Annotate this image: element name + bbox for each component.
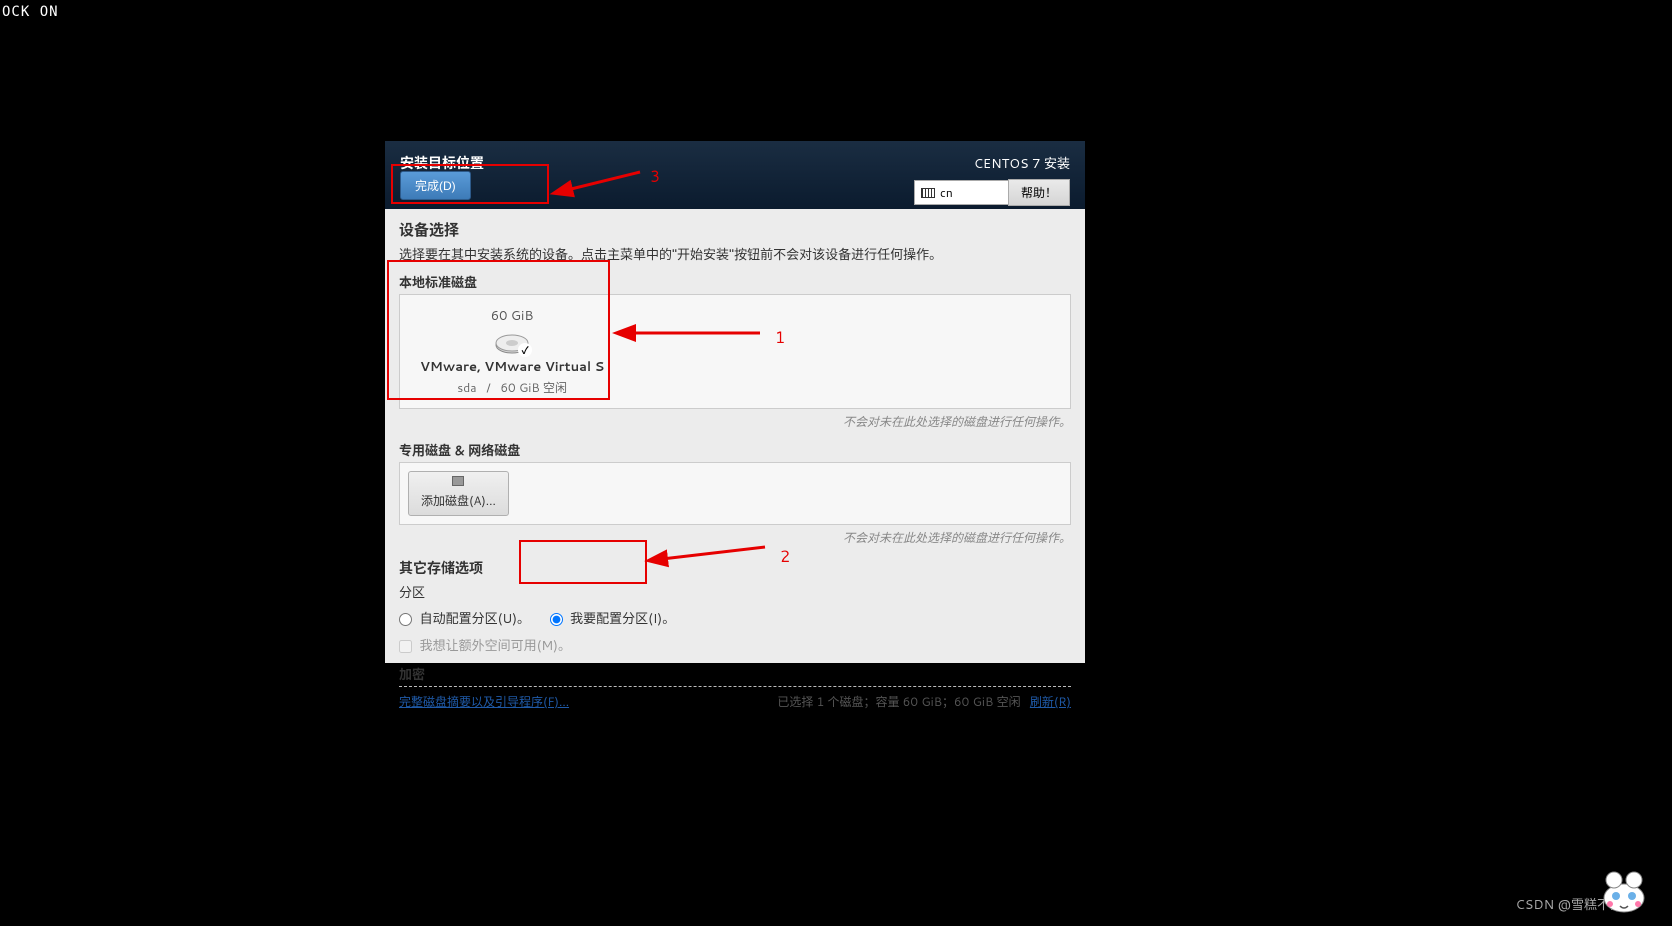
keyboard-help-group: cn 帮助！ [914, 179, 1070, 206]
disk-item-sda[interactable]: 60 GiB VMware, VMware Virtual S sda / 60… [408, 303, 616, 400]
keyboard-layout-label: cn [940, 184, 953, 201]
disk-size: 60 GiB [420, 307, 604, 325]
extra-space-checkbox [399, 640, 412, 653]
auto-partition-option[interactable]: 自动配置分区(U)。 [399, 610, 534, 628]
disk-name: VMware, VMware Virtual S [420, 358, 604, 376]
annotation-label-2: 2 [780, 545, 790, 568]
done-button[interactable]: 完成(D) [400, 171, 471, 200]
special-disks-panel: 添加磁盘(A)... [399, 462, 1071, 525]
footer-row: 完整磁盘摘要以及引导程序(F)... 已选择 1 个磁盘；容量 60 GiB；6… [399, 693, 1071, 710]
annotation-label-1: 1 [775, 326, 785, 349]
refresh-link[interactable]: 刷新(R) [1030, 693, 1071, 710]
keyboard-icon [921, 188, 935, 198]
manual-partition-option[interactable]: 我要配置分区(I)。 [550, 610, 676, 628]
header-right: CENTOS 7 安装 cn 帮助！ [914, 153, 1070, 206]
dashed-divider [399, 686, 1071, 687]
harddisk-icon [494, 331, 530, 355]
auto-partition-radio[interactable] [399, 613, 412, 626]
local-disks-panel: 60 GiB VMware, VMware Virtual S sda / 60… [399, 294, 1071, 409]
local-disks-title: 本地标准磁盘 [399, 272, 1071, 292]
footer-status-text: 已选择 1 个磁盘；容量 60 GiB；60 GiB 空闲 [777, 693, 1020, 710]
disk-info: sda / 60 GiB 空闲 [420, 379, 604, 396]
local-disks-note: 不会对未在此处选择的磁盘进行任何操作。 [399, 413, 1071, 430]
partition-title: 分区 [399, 582, 1071, 602]
mascot-icon [1596, 866, 1652, 916]
add-disk-button[interactable]: 添加磁盘(A)... [408, 471, 509, 516]
header-bar: 安装目标位置 完成(D) CENTOS 7 安装 cn 帮助！ [385, 141, 1085, 209]
extra-space-row: 我想让额外空间可用(M)。 [399, 633, 1071, 656]
help-button[interactable]: 帮助！ [1008, 179, 1070, 206]
manual-partition-radio[interactable] [550, 613, 563, 626]
disk-mini-icon [452, 476, 464, 486]
installer-window: 安装目标位置 完成(D) CENTOS 7 安装 cn 帮助！ 设备选择 选择要… [385, 141, 1085, 663]
disk-summary-link[interactable]: 完整磁盘摘要以及引导程序(F)... [399, 693, 569, 710]
device-selection-desc: 选择要在其中安装系统的设备。点击主菜单中的"开始安装"按钮前不会对该设备进行任何… [399, 244, 1071, 264]
distro-title: CENTOS 7 安装 [914, 153, 1070, 173]
annotation-label-3: 3 [650, 165, 660, 188]
lock-status-text: OCK ON [2, 4, 59, 20]
extra-space-option: 我想让额外空间可用(M)。 [399, 637, 571, 655]
page-title: 安装目标位置 [400, 153, 484, 173]
content-area: 设备选择 选择要在其中安装系统的设备。点击主菜单中的"开始安装"按钮前不会对该设… [385, 209, 1085, 720]
footer-right: 已选择 1 个磁盘；容量 60 GiB；60 GiB 空闲 刷新(R) [777, 693, 1071, 710]
partition-radio-row: 自动配置分区(U)。 我要配置分区(I)。 [399, 606, 1071, 629]
special-disks-title: 专用磁盘 & 网络磁盘 [399, 440, 1071, 460]
encrypt-title: 加密 [399, 664, 1071, 684]
device-selection-title: 设备选择 [399, 219, 1071, 240]
keyboard-layout-indicator[interactable]: cn [914, 180, 1009, 205]
add-disk-label: 添加磁盘(A)... [421, 492, 496, 509]
storage-options-title: 其它存储选项 [399, 558, 1071, 578]
special-disks-note: 不会对未在此处选择的磁盘进行任何操作。 [399, 529, 1071, 546]
